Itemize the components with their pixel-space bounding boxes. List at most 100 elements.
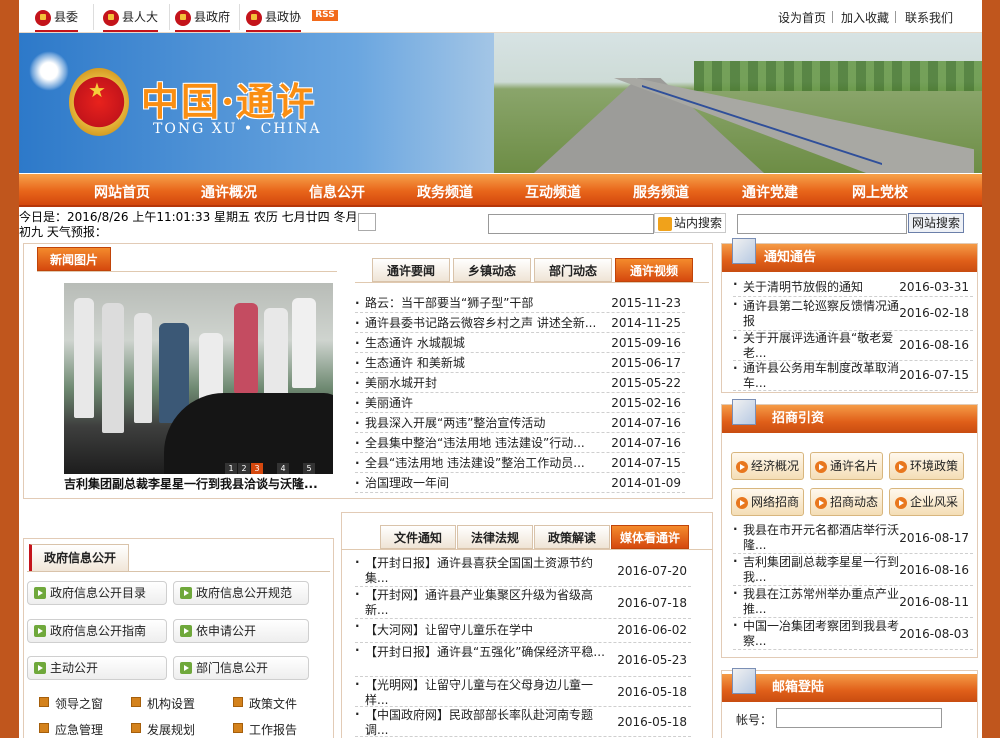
notice-title[interactable]: 关于开展评选通许县“敬老爱老... [743, 331, 903, 361]
list-item: 全县“违法用地 违法建设”整治工作动员...2014-07-15 [355, 453, 685, 473]
investment-title[interactable]: 我县在市开元名都酒店举行沃隆... [743, 523, 903, 553]
news-title[interactable]: 全县“违法用地 违法建设”整治工作动员... [365, 453, 615, 473]
notice-title[interactable]: 关于清明节放假的通知 [743, 280, 903, 295]
list-item: 通许县第二轮巡察反馈情况通报2016-02-18 [733, 297, 973, 331]
account-input[interactable] [776, 708, 942, 728]
notice-icon [732, 238, 756, 264]
list-item: 【光明网】让留守儿童与在父母身边儿童一样... 2016-05-18 [355, 677, 691, 707]
leaders-window-link[interactable]: 领导之窗 [37, 695, 103, 712]
nav-online-party-school[interactable]: 网上党校 [852, 182, 908, 202]
media-title[interactable]: 【开封日报】通许县喜获全国国土资源节约集... [365, 556, 605, 586]
nav-overview[interactable]: 通许概况 [201, 182, 257, 202]
news-title[interactable]: 生态通许 水城靓城 [365, 333, 615, 353]
notice-title[interactable]: 通许县第二轮巡察反馈情况通报 [743, 299, 903, 329]
department-disclosure-button[interactable]: 部门信息公开 [173, 656, 309, 680]
media-title[interactable]: 【光明网】让留守儿童与在父母身边儿童一样... [365, 678, 605, 708]
gov-info-rules-button[interactable]: 政府信息公开规范 [173, 581, 309, 605]
mailbox-header: 邮箱登陆 [722, 668, 977, 702]
web-search-button[interactable]: 网站搜索 [908, 213, 964, 233]
news-title[interactable]: 美丽水城开封 [365, 373, 615, 393]
link-county-government[interactable]: 县政府 [175, 8, 231, 32]
nav-services[interactable]: 服务频道 [633, 182, 689, 202]
photo-figure [134, 313, 152, 423]
link-cppcc[interactable]: 县政协 [246, 8, 302, 32]
tab-laws-regulations[interactable]: 法律法规 [457, 525, 533, 549]
news-date: 2015-06-17 [611, 356, 681, 370]
emergency-management-link[interactable]: 应急管理 [37, 721, 103, 738]
online-investment-button[interactable]: 网络招商 [731, 488, 804, 516]
news-title[interactable]: 生态通许 和美新城 [365, 353, 615, 373]
economy-overview-button[interactable]: 经济概况 [731, 452, 804, 480]
media-title[interactable]: 【中国政府网】民政部部长率队赴河南专题调... [365, 708, 605, 738]
media-date: 2016-07-18 [617, 596, 687, 610]
contact-us-link[interactable]: 联系我们 [905, 9, 953, 26]
tree-line [694, 61, 982, 91]
tab-tongxu-news[interactable]: 通许要闻 [372, 258, 450, 282]
investment-date: 2016-08-11 [899, 595, 969, 609]
nav-interaction[interactable]: 互动频道 [525, 182, 581, 202]
organization-link[interactable]: 机构设置 [129, 695, 195, 712]
media-title[interactable]: 【开封日报】通许县“五强化”确保经济平稳... [365, 645, 605, 660]
tab-media-on-tongxu[interactable]: 媒体看通许 [611, 525, 689, 549]
tab-policy-interpretation[interactable]: 政策解读 [534, 525, 610, 549]
environment-policy-button[interactable]: 环境政策 [889, 452, 964, 480]
highway-photo [494, 33, 982, 173]
link-county-committee[interactable]: 县委 [35, 8, 79, 32]
web-search-input[interactable] [737, 214, 907, 234]
development-planning-link[interactable]: 发展规划 [129, 721, 195, 738]
tab-file-notices[interactable]: 文件通知 [380, 525, 456, 549]
notice-title[interactable]: 通许县公务用车制度改革取消车... [743, 361, 903, 391]
policy-documents-link[interactable]: 政策文件 [231, 695, 297, 712]
list-item: 治国理政一年间2014-01-09 [355, 473, 685, 493]
investment-title[interactable]: 中国一冶集团考察团到我县考察... [743, 619, 903, 649]
news-title[interactable]: 美丽通许 [365, 393, 615, 413]
news-date: 2014-07-16 [611, 416, 681, 430]
photo-page-3[interactable]: 3 [251, 463, 263, 474]
arrow-icon [894, 496, 907, 509]
photo-page-1[interactable]: 1 [225, 463, 237, 474]
on-request-disclosure-button[interactable]: 依申请公开 [173, 619, 309, 643]
investment-title[interactable]: 我县在江苏常州举办重点产业推... [743, 587, 903, 617]
nav-government-affairs[interactable]: 政务频道 [417, 182, 473, 202]
gov-info-guide-button[interactable]: 政府信息公开指南 [27, 619, 167, 643]
add-favorite-link[interactable]: 加入收藏 [841, 9, 889, 26]
investment-news-button[interactable]: 招商动态 [810, 488, 883, 516]
news-title[interactable]: 路云：当干部要当“狮子型”干部 [365, 293, 615, 313]
button-label: 站内搜索 [673, 216, 722, 230]
nav-info-disclosure[interactable]: 信息公开 [309, 182, 365, 202]
news-photo[interactable] [64, 283, 333, 474]
news-title[interactable]: 全县集中整治“违法用地 违法建设”行动... [365, 433, 615, 453]
national-emblem-icon [69, 68, 129, 136]
divider [27, 571, 330, 572]
site-search-input[interactable] [488, 214, 654, 234]
photo-page-2[interactable]: 2 [238, 463, 250, 474]
work-report-link[interactable]: 工作报告 [231, 721, 297, 738]
photo-caption[interactable]: 吉利集团副总裁李星星一行到我县洽谈与沃隆... [64, 475, 339, 492]
media-title[interactable]: 【大河网】让留守儿童乐在学中 [365, 623, 605, 638]
news-title[interactable]: 我县深入开展“两违”整治宣传活动 [365, 413, 615, 433]
news-title[interactable]: 治国理政一年间 [365, 473, 615, 493]
date-weather-line: 今日是：2016/8/26 上午11:01:33 星期五 农历 七月廿四 冬月初… [19, 210, 358, 239]
enterprise-showcase-button[interactable]: 企业风采 [889, 488, 964, 516]
investment-title[interactable]: 吉利集团副总裁李星星一行到我... [743, 555, 903, 585]
rss-icon[interactable]: RSS [312, 10, 338, 21]
nav-party-building[interactable]: 通许党建 [742, 182, 798, 202]
news-title[interactable]: 通许县委书记路云微容乡村之声 讲述全新... [365, 313, 615, 333]
photo-figure [292, 298, 316, 388]
link-label: 应急管理 [55, 723, 104, 737]
proactive-disclosure-button[interactable]: 主动公开 [27, 656, 167, 680]
photo-page-4[interactable]: 4 [277, 463, 289, 474]
tab-department-news[interactable]: 部门动态 [534, 258, 612, 282]
tongxu-card-button[interactable]: 通许名片 [810, 452, 883, 480]
set-homepage-link[interactable]: 设为首页 [778, 9, 826, 26]
tab-tongxu-video[interactable]: 通许视频 [615, 258, 693, 282]
photo-page-5[interactable]: 5 [303, 463, 315, 474]
button-label: 主动公开 [50, 661, 99, 675]
tab-township-news[interactable]: 乡镇动态 [453, 258, 531, 282]
link-peoples-congress[interactable]: 县人大 [103, 8, 159, 32]
site-search-button[interactable]: 站内搜索 [654, 213, 726, 233]
button-label: 环境政策 [909, 459, 958, 473]
gov-info-catalog-button[interactable]: 政府信息公开目录 [27, 581, 167, 605]
nav-home[interactable]: 网站首页 [94, 182, 150, 202]
media-title[interactable]: 【开封网】通许县产业集聚区升级为省级高新... [365, 588, 605, 618]
